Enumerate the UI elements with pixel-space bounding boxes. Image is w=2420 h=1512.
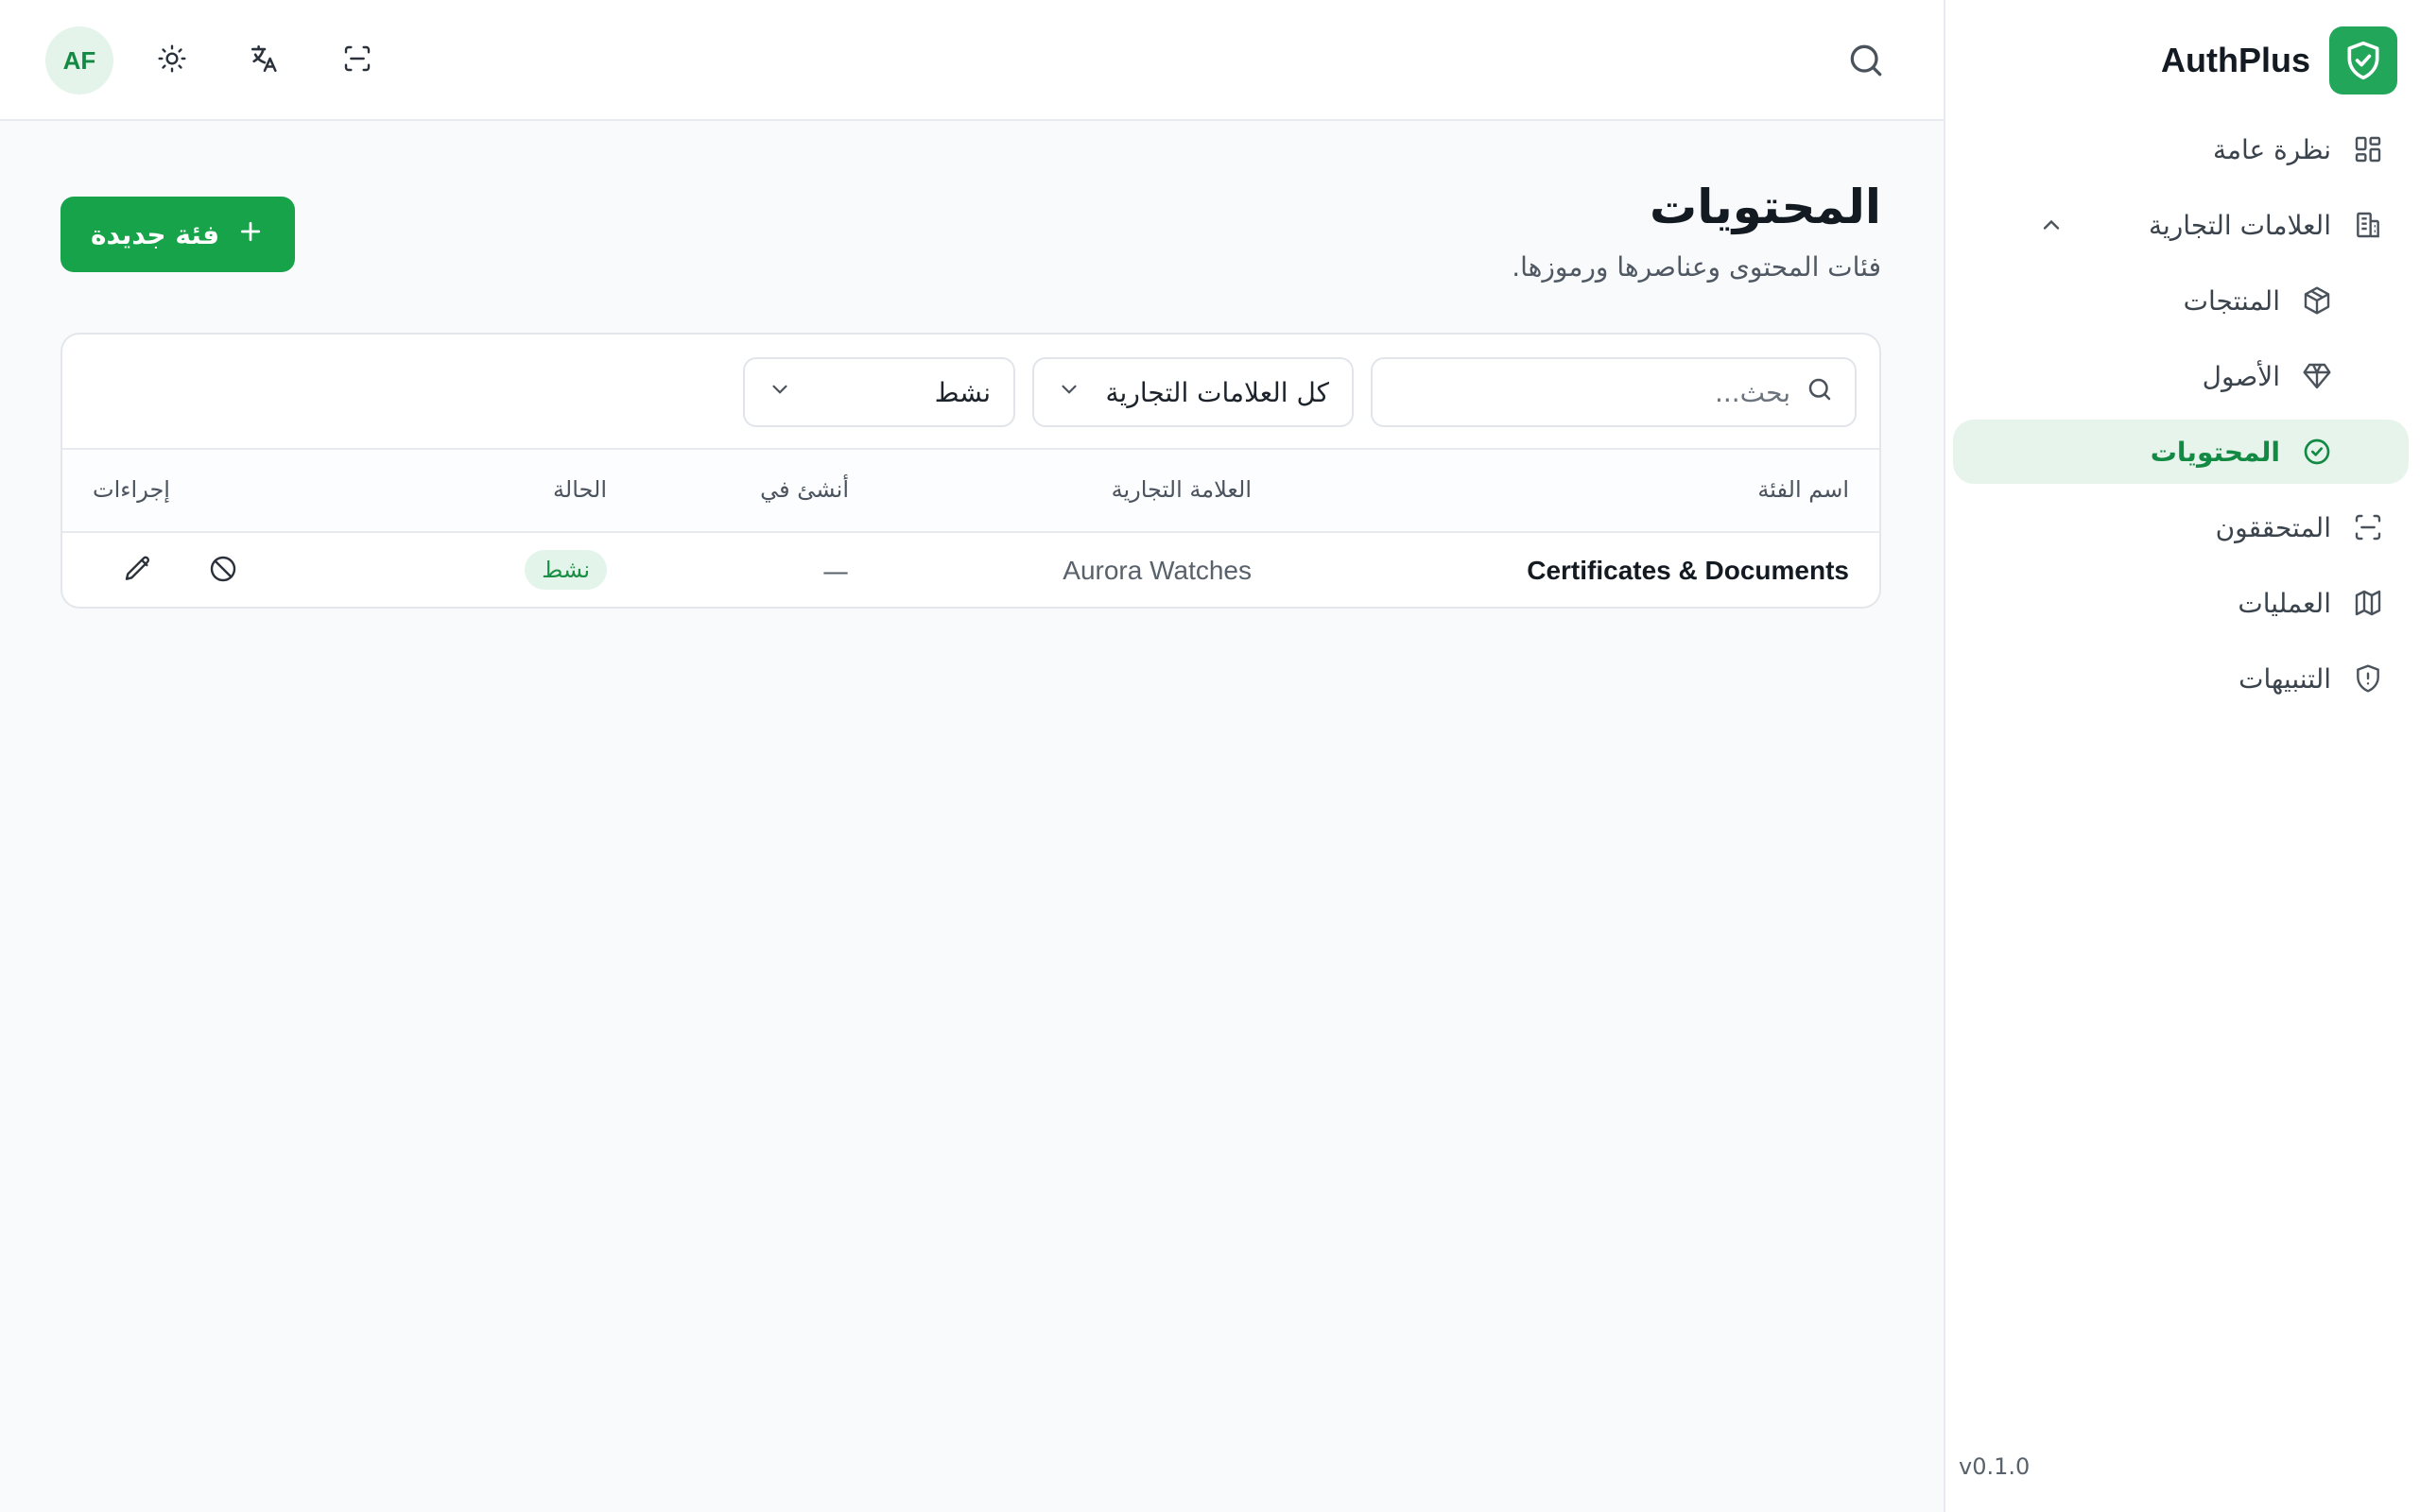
status-filter-select[interactable]: نشط — [743, 357, 1015, 427]
sidebar-item-label: الأصول — [2202, 360, 2280, 392]
shield-check-logo-icon — [2329, 26, 2397, 94]
sidebar-item-label: التنبيهات — [2238, 662, 2331, 695]
table-row[interactable]: Certificates & Documents Aurora Watches … — [62, 533, 1879, 607]
sidebar-item-label: المتحققون — [2215, 511, 2331, 543]
brand-filter-select[interactable]: كل العلامات التجارية — [1032, 357, 1354, 427]
translate-icon — [249, 43, 281, 78]
table-header: اسم الفئة العلامة التجارية أنشئ في الحال… — [62, 448, 1879, 533]
edit-button[interactable] — [119, 552, 157, 590]
brand-name: AuthPlus — [2161, 41, 2310, 79]
status-filter-value: نشط — [934, 376, 991, 408]
header-tools: AF — [45, 26, 391, 94]
column-header-created[interactable]: أنشئ في — [760, 476, 849, 503]
package-icon — [2301, 284, 2333, 317]
main-content: المحتويات فئات المحتوى وعناصرها ورموزها.… — [0, 121, 1944, 1512]
sidebar-item-assets[interactable]: الأصول — [1953, 344, 2409, 408]
search-icon — [1806, 375, 1834, 410]
column-header-name[interactable]: اسم الفئة — [1757, 476, 1849, 503]
pencil-icon — [123, 554, 153, 588]
sidebar-nav: نظرة عامة العلامات التجارية المنتجات الأ… — [1953, 117, 2409, 722]
sidebar-item-operations[interactable]: العمليات — [1953, 571, 2409, 635]
sidebar-item-label: المنتجات — [2183, 284, 2280, 317]
page-subtitle: فئات المحتوى وعناصرها ورموزها. — [1512, 251, 1881, 283]
sidebar-item-label: العلامات التجارية — [2148, 209, 2331, 241]
building-icon — [2352, 209, 2384, 241]
category-name[interactable]: Certificates & Documents — [1527, 556, 1849, 586]
brand-filter-value: كل العلامات التجارية — [1105, 376, 1329, 408]
page-title: المحتويات — [1649, 180, 1881, 234]
sidebar-item-label: نظرة عامة — [2212, 133, 2331, 165]
chevron-down-icon — [768, 377, 792, 408]
plus-icon — [236, 217, 265, 252]
check-circle-icon — [2301, 436, 2333, 468]
new-category-button[interactable]: فئة جديدة — [60, 197, 296, 272]
map-icon — [2352, 587, 2384, 619]
sidebar-item-verifiers[interactable]: المتحققون — [1953, 495, 2409, 559]
scan-icon — [342, 43, 372, 77]
column-header-brand[interactable]: العلامة التجارية — [1112, 476, 1252, 503]
search-icon[interactable] — [1845, 40, 1887, 81]
category-brand: Aurora Watches — [1063, 556, 1252, 585]
status-badge: نشط — [525, 550, 607, 590]
scan-button[interactable] — [323, 26, 391, 94]
sidebar-item-overview[interactable]: نظرة عامة — [1953, 117, 2409, 181]
sidebar: AuthPlus نظرة عامة العلامات التجارية الم… — [1944, 0, 2420, 1512]
sun-icon — [157, 43, 187, 77]
sidebar-item-label: العمليات — [2238, 587, 2331, 619]
app-root: AuthPlus نظرة عامة العلامات التجارية الم… — [0, 0, 2420, 1512]
ban-icon — [208, 554, 238, 588]
scan-icon — [2352, 511, 2384, 543]
filters-bar: بحث... كل العلامات التجارية نشط — [743, 357, 1857, 427]
avatar[interactable]: AF — [45, 26, 113, 94]
chevron-up-icon[interactable] — [2038, 212, 2065, 238]
chevron-down-icon — [1057, 377, 1081, 408]
categories-card: بحث... كل العلامات التجارية نشط اسم الفئ… — [60, 333, 1881, 609]
search-placeholder: بحث... — [1714, 376, 1790, 408]
top-header: AF — [0, 0, 1944, 121]
column-header-status[interactable]: الحالة — [553, 476, 607, 503]
sidebar-item-contents[interactable]: المحتويات — [1953, 420, 2409, 484]
column-header-actions: إجراءات — [93, 476, 170, 503]
new-category-label: فئة جديدة — [91, 218, 220, 250]
search-input[interactable]: بحث... — [1371, 357, 1857, 427]
theme-toggle-button[interactable] — [138, 26, 206, 94]
dashboard-grid-icon — [2352, 133, 2384, 165]
category-created: — — [822, 556, 849, 587]
version-label: v0.1.0 — [1959, 1453, 2031, 1480]
sidebar-item-products[interactable]: المنتجات — [1953, 268, 2409, 333]
sidebar-item-brands[interactable]: العلامات التجارية — [1953, 193, 2409, 257]
brand[interactable]: AuthPlus — [2161, 26, 2397, 94]
gem-icon — [2301, 360, 2333, 392]
shield-alert-icon — [2352, 662, 2384, 695]
sidebar-item-label: المحتويات — [2150, 436, 2280, 468]
deactivate-button[interactable] — [204, 552, 242, 590]
sidebar-item-alerts[interactable]: التنبيهات — [1953, 646, 2409, 711]
language-button[interactable] — [231, 26, 299, 94]
